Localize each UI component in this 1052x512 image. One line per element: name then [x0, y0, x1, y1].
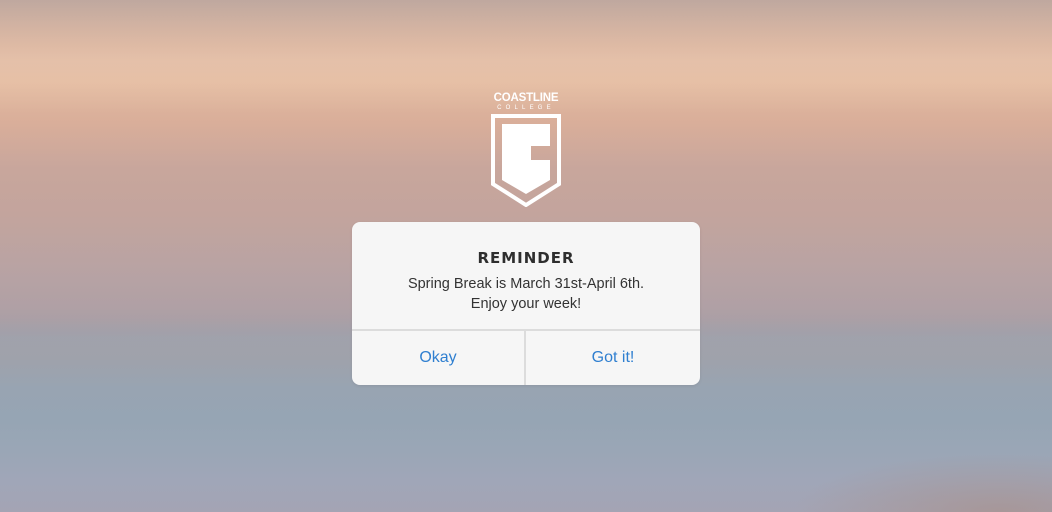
reminder-dialog: REMINDER Spring Break is March 31st-Apri… — [352, 222, 700, 385]
dialog-message-line-1: Spring Break is March 31st-April 6th. — [407, 276, 645, 292]
dialog-title: REMINDER — [477, 249, 575, 267]
logo-wordmark: COASTLINE — [493, 92, 559, 104]
coastline-college-logo: COASTLINE COLLEGE — [489, 92, 563, 207]
got-it-button[interactable]: Got it! — [526, 331, 700, 385]
dialog-message-line-2: Enjoy your week! — [470, 296, 582, 312]
shield-c-icon — [491, 114, 561, 207]
okay-button[interactable]: Okay — [352, 331, 524, 385]
logo-subtext: COLLEGE — [497, 105, 555, 111]
dialog-message: Spring Break is March 31st-April 6th. En… — [352, 274, 700, 314]
